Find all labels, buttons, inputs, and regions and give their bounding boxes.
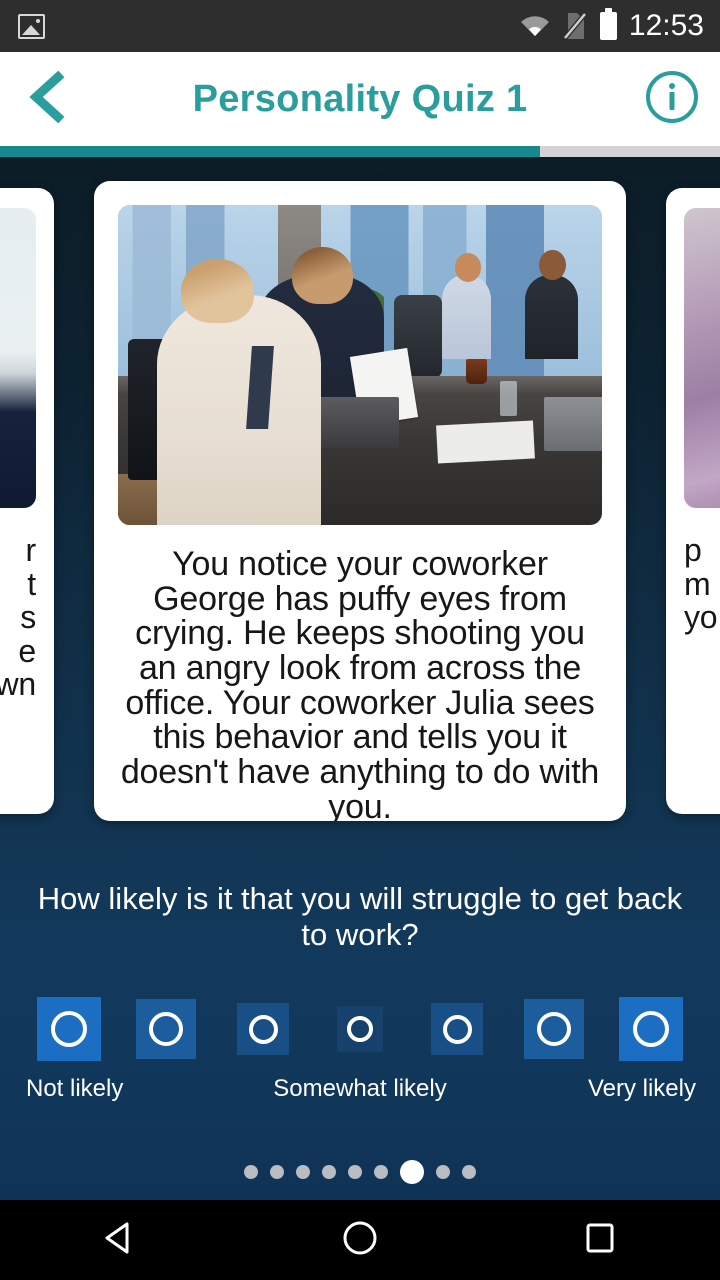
quiz-progress-bar <box>0 146 720 157</box>
triangle-back-icon <box>100 1218 140 1263</box>
card-text-next: p m yo <box>684 532 718 636</box>
rating-scale-labels: Not likely Somewhat likely Very likely <box>0 1075 720 1109</box>
rating-scale[interactable] <box>0 995 720 1063</box>
rating-option-6[interactable] <box>524 999 584 1059</box>
rating-option-ring <box>51 1011 87 1047</box>
status-bar-left <box>18 13 45 39</box>
pagination-dots[interactable] <box>0 1157 720 1187</box>
info-button[interactable] <box>624 52 720 146</box>
rating-option-ring <box>537 1012 571 1046</box>
pagination-dot[interactable] <box>322 1165 336 1179</box>
card-photo-previous <box>0 208 36 508</box>
nav-back-button[interactable] <box>75 1200 165 1280</box>
rating-option-1[interactable] <box>37 997 101 1061</box>
rating-option-ring <box>248 1014 278 1044</box>
back-button[interactable] <box>0 52 96 146</box>
rating-option-2[interactable] <box>136 999 196 1059</box>
pagination-dot[interactable] <box>244 1165 258 1179</box>
image-badge-icon <box>18 13 45 39</box>
status-bar: 12:53 <box>0 0 720 52</box>
carousel-card-previous[interactable]: r t s e wn <box>0 188 54 814</box>
info-circle-icon <box>644 69 700 130</box>
card-text-current: You notice your coworker George has puff… <box>120 545 600 821</box>
pagination-dot[interactable] <box>436 1165 450 1179</box>
pagination-dot[interactable] <box>462 1165 476 1179</box>
circle-home-icon <box>340 1218 380 1263</box>
wifi-icon <box>520 15 550 37</box>
carousel-card-current[interactable]: You notice your coworker George has puff… <box>94 181 626 821</box>
rating-option-ring <box>442 1014 472 1044</box>
no-sim-icon <box>562 11 588 41</box>
carousel-card-next[interactable]: p m yo <box>666 188 720 814</box>
rating-label-high: Very likely <box>587 1075 696 1102</box>
rating-option-4[interactable] <box>337 1006 383 1052</box>
nav-recents-button[interactable] <box>555 1200 645 1280</box>
rating-option-ring <box>347 1016 373 1042</box>
rating-option-3[interactable] <box>237 1003 289 1055</box>
pagination-dot[interactable] <box>374 1165 388 1179</box>
pagination-dot[interactable] <box>400 1160 424 1184</box>
card-text-previous: r t s e wn <box>0 532 36 703</box>
office-meeting-illustration <box>118 205 602 525</box>
quiz-stage: r t s e wn You notice your coworker Geor… <box>0 157 720 1200</box>
app-root: 12:53 Personality Quiz 1 r t s e wn You … <box>0 0 720 1280</box>
page-title: Personality Quiz 1 <box>192 77 528 120</box>
quiz-progress-fill <box>0 146 540 157</box>
card-photo-current <box>118 205 602 525</box>
app-header: Personality Quiz 1 <box>0 52 720 146</box>
status-bar-right: 12:53 <box>520 8 704 43</box>
square-recents-icon <box>580 1218 620 1263</box>
chevron-left-icon <box>26 70 70 128</box>
rating-option-ring <box>149 1012 183 1046</box>
status-clock: 12:53 <box>628 9 704 42</box>
rating-option-5[interactable] <box>431 1003 483 1055</box>
nav-home-button[interactable] <box>315 1200 405 1280</box>
battery-icon <box>599 8 617 40</box>
android-nav-bar <box>0 1200 720 1280</box>
card-photo-next <box>684 208 720 508</box>
question-carousel[interactable]: r t s e wn You notice your coworker Geor… <box>0 181 720 821</box>
pagination-dot[interactable] <box>348 1165 362 1179</box>
pagination-dot[interactable] <box>296 1165 310 1179</box>
pagination-dot[interactable] <box>270 1165 284 1179</box>
question-text: How likely is it that you will struggle … <box>37 881 683 952</box>
rating-option-ring <box>633 1011 669 1047</box>
rating-option-7[interactable] <box>619 997 683 1061</box>
